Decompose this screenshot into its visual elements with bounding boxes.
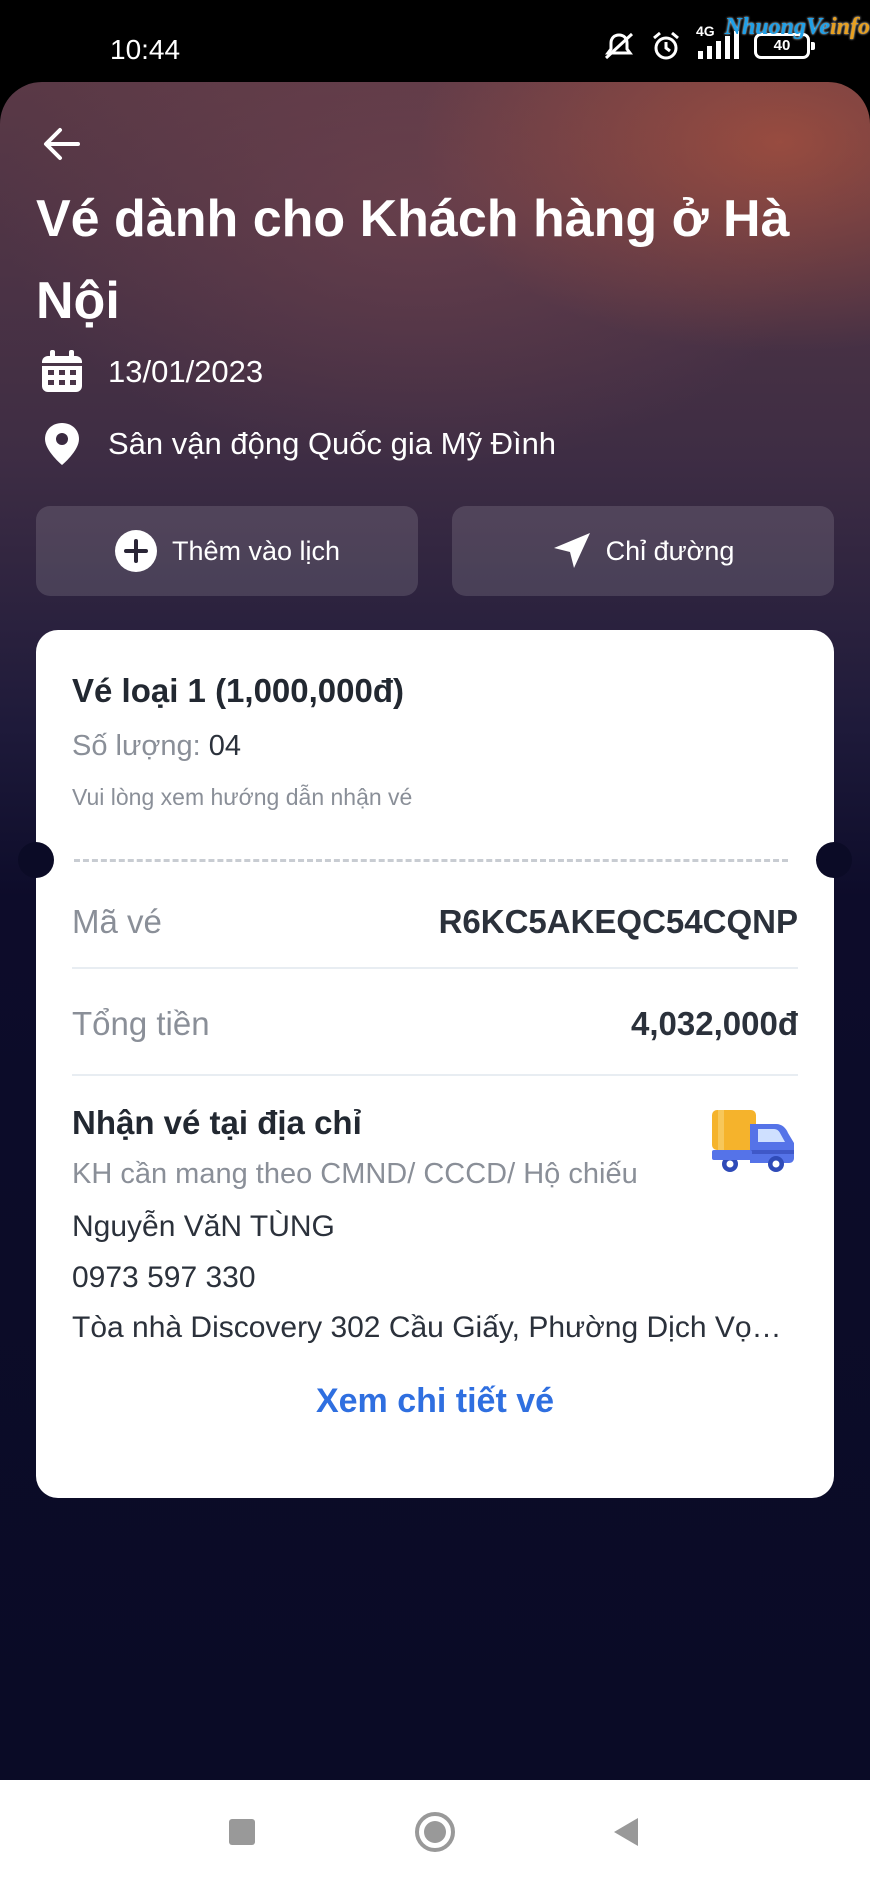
ticket-card: Vé loại 1 (1,000,000đ) Số lượng: 04 Vui … <box>18 630 852 1498</box>
delivery-truck-icon <box>710 1106 796 1176</box>
directions-button[interactable]: Chỉ đường <box>452 506 834 596</box>
divider <box>72 1074 798 1076</box>
ticket-type: Vé loại 1 (1,000,000đ) <box>72 672 405 709</box>
ticket-note: Vui lòng xem hướng dẫn nhận vé <box>72 784 413 810</box>
watermark: NhuongVeinfo <box>725 14 870 41</box>
navigation-arrow-icon <box>553 533 590 568</box>
total-row: Tổng tiền 4,032,000đ <box>72 996 798 1052</box>
triangle-back-icon <box>614 1818 638 1846</box>
watermark-text: NhuongVe <box>724 14 830 40</box>
watermark-suffix: info <box>829 14 870 40</box>
ticket-notch-left <box>18 842 54 878</box>
page-title: Vé dành cho Khách hàng ở Hà Nội <box>36 190 790 330</box>
mute-icon <box>602 31 636 61</box>
directions-label: Chỉ đường <box>605 535 735 566</box>
ticket-divider <box>74 859 788 862</box>
ticket-code-label: Mã vé <box>72 903 162 940</box>
event-ticket-screen: Vé dành cho Khách hàng ở Hà Nội 13/01/20… <box>0 82 870 1780</box>
event-date-row: 13/01/2023 <box>38 348 263 396</box>
total-value: 4,032,000đ <box>631 1005 798 1042</box>
location-pin-icon <box>38 420 86 468</box>
receiver-address: Tòa nhà Discovery 302 Cầu Giấy, Phường D… <box>72 1311 796 1344</box>
ticket-notch-right <box>816 842 852 878</box>
event-venue: Sân vận động Quốc gia Mỹ Đình <box>108 426 557 461</box>
status-time: 10:44 <box>110 34 181 65</box>
circle-home-icon <box>415 1812 455 1852</box>
system-back-button[interactable] <box>604 1810 648 1854</box>
view-ticket-details-link[interactable]: Xem chi tiết vé <box>36 1382 834 1421</box>
system-navigation-bar <box>0 1780 870 1884</box>
plus-circle-icon <box>114 530 157 572</box>
arrow-left-icon <box>44 128 80 160</box>
divider <box>72 967 798 969</box>
add-to-calendar-label: Thêm vào lịch <box>171 535 341 566</box>
receive-title: Nhận vé tại địa chỉ <box>72 1104 362 1141</box>
network-type: 4G <box>696 23 715 39</box>
back-button[interactable] <box>38 120 86 168</box>
quantity-value: 04 <box>208 730 242 762</box>
home-button[interactable] <box>413 1810 457 1854</box>
total-label: Tổng tiền <box>72 1005 210 1042</box>
square-icon <box>229 1819 255 1845</box>
calendar-icon <box>38 348 86 396</box>
receive-subtitle: KH cần mang theo CMND/ CCCD/ Hộ chiếu <box>72 1158 638 1190</box>
add-to-calendar-button[interactable]: Thêm vào lịch <box>36 506 418 596</box>
status-bar: 10:44 4G 40 NhuongVeinfo <box>0 0 870 82</box>
receiver-name: Nguyễn VăN TÙNG <box>72 1210 335 1243</box>
ticket-quantity: Số lượng: 04 <box>72 730 241 763</box>
receiver-phone: 0973 597 330 <box>72 1261 256 1294</box>
quantity-label: Số lượng: <box>72 730 209 762</box>
event-venue-row: Sân vận động Quốc gia Mỹ Đình <box>38 420 556 468</box>
ticket-code-row: Mã vé R6KC5AKEQC54CQNP <box>72 894 798 950</box>
ticket-code-value: R6KC5AKEQC54CQNP <box>438 903 798 940</box>
recent-apps-button[interactable] <box>220 1810 264 1854</box>
event-date: 13/01/2023 <box>108 354 264 389</box>
alarm-icon <box>650 30 682 62</box>
